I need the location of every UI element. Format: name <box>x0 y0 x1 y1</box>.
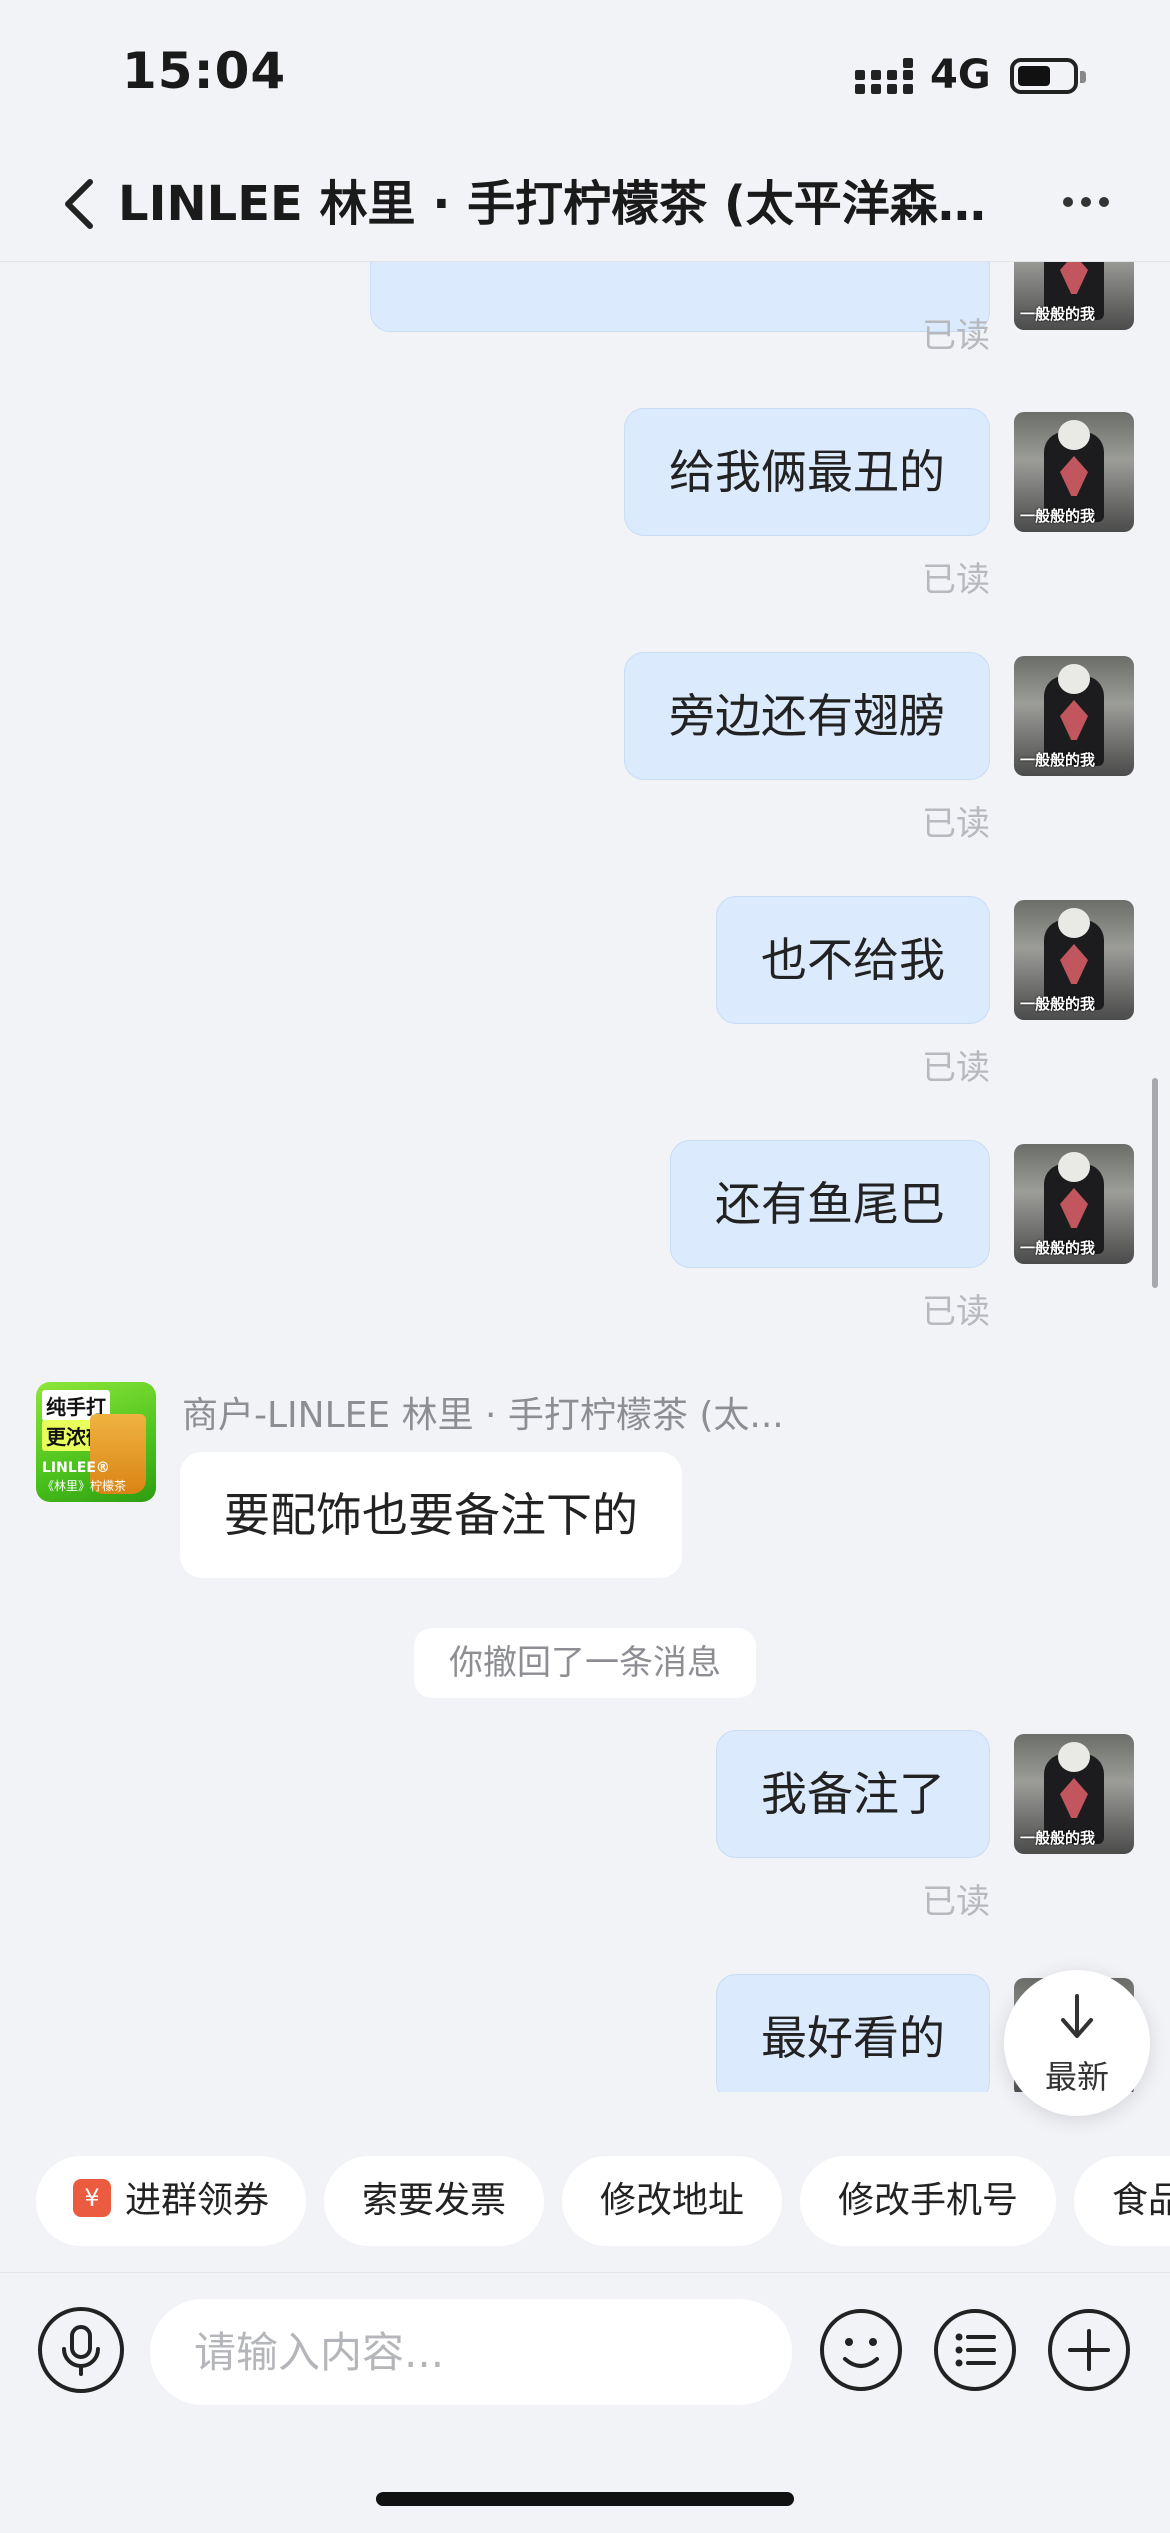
network-label: 4G <box>930 52 991 98</box>
message-input[interactable] <box>150 2299 792 2405</box>
message-bubble[interactable]: 给我俩最丑的 <box>624 408 990 536</box>
merchant-sender-name: 商户-LINLEE 林里 · 手打柠檬茶 (太... <box>182 1395 784 1436</box>
voice-button[interactable] <box>38 2307 124 2393</box>
nav-bar: LINLEE 林里 · 手打柠檬茶 (太平洋森活... <box>0 150 1170 262</box>
emoji-icon[interactable] <box>818 2307 904 2393</box>
arrow-down-icon <box>1061 1994 1093 2038</box>
quick-action-join-group-coupon[interactable]: ¥ 进群领券 <box>36 2156 306 2246</box>
back-chevron-icon[interactable] <box>60 176 100 232</box>
signal-icon <box>855 58 913 94</box>
chat-scrollbar[interactable] <box>1152 1078 1158 1288</box>
battery-icon <box>1010 58 1086 94</box>
more-options-icon[interactable] <box>1060 194 1112 210</box>
message-bubble-partial[interactable] <box>370 262 990 332</box>
user-avatar[interactable]: 一般般的我 <box>1014 900 1134 1020</box>
quick-action-request-invoice[interactable]: 索要发票 <box>324 2156 544 2246</box>
message-bubble[interactable]: 还有鱼尾巴 <box>670 1140 990 1268</box>
menu-list-icon[interactable] <box>932 2307 1018 2393</box>
microphone-icon <box>62 2325 100 2376</box>
user-avatar[interactable]: 一般般的我 <box>1014 1144 1134 1264</box>
read-status: 已读 <box>922 1292 990 1332</box>
message-bubble[interactable]: 最好看的 <box>716 1974 990 2092</box>
user-avatar[interactable]: 一般般的我 <box>1014 412 1134 532</box>
chat-area[interactable]: 一般般的我 已读 给我俩最丑的 一般般的我 已读 旁边还有翅膀 一般般的我 已读… <box>0 262 1170 2092</box>
message-bubble[interactable]: 旁边还有翅膀 <box>624 652 990 780</box>
quick-action-label: 进群领券 <box>124 2180 269 2221</box>
read-status: 已读 <box>922 1048 990 1088</box>
read-status: 已读 <box>922 560 990 600</box>
coupon-icon: ¥ <box>72 2179 111 2217</box>
merchant-message-bubble[interactable]: 要配饰也要备注下的 <box>180 1452 682 1578</box>
status-time: 15:04 <box>122 42 287 100</box>
message-bubble[interactable]: 我备注了 <box>716 1730 990 1858</box>
user-avatar[interactable]: 一般般的我 <box>1014 1734 1134 1854</box>
user-avatar[interactable]: 一般般的我 <box>1014 656 1134 776</box>
read-status: 已读 <box>922 804 990 844</box>
jump-to-latest-button[interactable]: 最新 <box>1004 1970 1150 2116</box>
message-bubble[interactable]: 也不给我 <box>716 896 990 1024</box>
quick-actions-bar[interactable]: ¥ 进群领券 索要发票 修改地址 修改手机号 食品 <box>0 2156 1170 2248</box>
recalled-message-notice: 你撤回了一条消息 <box>414 1628 756 1698</box>
add-plus-icon[interactable] <box>1046 2307 1132 2393</box>
jump-to-latest-label: 最新 <box>1044 2058 1109 2096</box>
read-status: 已读 <box>922 1882 990 1922</box>
page-title: LINLEE 林里 · 手打柠檬茶 (太平洋森活... <box>118 176 998 232</box>
user-avatar[interactable]: 一般般的我 <box>1014 262 1134 330</box>
merchant-avatar[interactable]: 纯手打 更浓郁 LINLEE® 《林里》柠檬茶 <box>36 1382 156 1502</box>
quick-action-change-phone[interactable]: 修改手机号 <box>800 2156 1056 2246</box>
read-status: 已读 <box>922 316 990 356</box>
home-indicator <box>376 2492 794 2506</box>
quick-action-change-address[interactable]: 修改地址 <box>562 2156 782 2246</box>
quick-action-food[interactable]: 食品 <box>1074 2156 1170 2246</box>
